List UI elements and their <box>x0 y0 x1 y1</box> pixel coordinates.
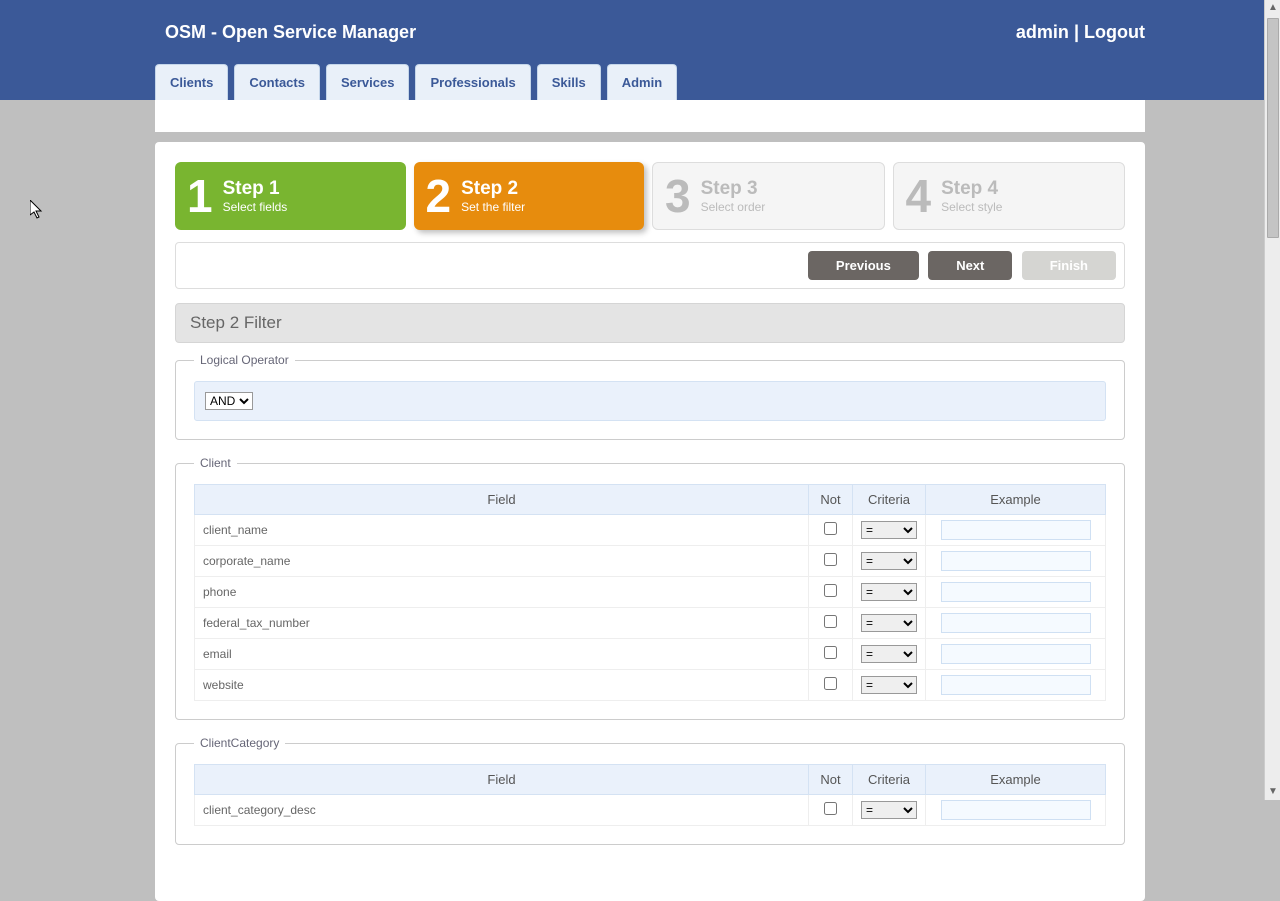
wizard-action-bar: Previous Next Finish <box>175 242 1125 289</box>
user-area: admin | Logout <box>1016 22 1145 43</box>
nav-tab-contacts[interactable]: Contacts <box>234 64 320 100</box>
wizard-step-subtitle: Select fields <box>223 200 288 214</box>
filter-table: Field Not Criteria Example client_name = <box>194 484 1106 701</box>
logical-operator-select[interactable]: AND <box>205 392 253 410</box>
table-row: phone = <box>195 577 1106 608</box>
col-header-field: Field <box>195 485 809 515</box>
wizard-step-num: 3 <box>665 173 691 219</box>
next-button[interactable]: Next <box>928 251 1012 280</box>
not-checkbox[interactable] <box>824 615 837 628</box>
wizard-step-title: Step 2 <box>461 178 525 200</box>
content-strip <box>155 100 1145 132</box>
example-input[interactable] <box>941 520 1091 540</box>
criteria-select[interactable]: = <box>861 583 917 601</box>
wizard-step-4[interactable]: 4 Step 4 Select style <box>893 162 1126 230</box>
filter-group-legend: ClientCategory <box>194 736 285 750</box>
finish-button: Finish <box>1022 251 1116 280</box>
col-header-example: Example <box>926 485 1106 515</box>
wizard-step-num: 2 <box>426 173 452 219</box>
wizard-step-subtitle: Select style <box>941 200 1002 214</box>
nav-tab-services[interactable]: Services <box>326 64 410 100</box>
user-link[interactable]: admin <box>1016 22 1069 42</box>
field-cell: phone <box>195 577 809 608</box>
not-checkbox[interactable] <box>824 584 837 597</box>
wizard-step-3[interactable]: 3 Step 3 Select order <box>652 162 885 230</box>
field-cell: client_name <box>195 515 809 546</box>
wizard-step-title: Step 4 <box>941 178 1002 200</box>
wizard-step-title: Step 1 <box>223 178 288 200</box>
criteria-select[interactable]: = <box>861 801 917 819</box>
example-input[interactable] <box>941 551 1091 571</box>
wizard-step-num: 4 <box>906 173 932 219</box>
wizard-step-2[interactable]: 2 Step 2 Set the filter <box>414 162 645 230</box>
filter-group-clientcategory: ClientCategory Field Not Criteria Exampl… <box>175 736 1125 845</box>
filter-group-client: Client Field Not Criteria Example client… <box>175 456 1125 720</box>
previous-button[interactable]: Previous <box>808 251 919 280</box>
nav-tab-professionals[interactable]: Professionals <box>415 64 530 100</box>
example-input[interactable] <box>941 800 1091 820</box>
col-header-criteria: Criteria <box>853 765 926 795</box>
table-row: corporate_name = <box>195 546 1106 577</box>
logical-operator-legend: Logical Operator <box>194 353 295 367</box>
step-title: Step 2 Filter <box>175 303 1125 343</box>
col-header-field: Field <box>195 765 809 795</box>
field-cell: website <box>195 670 809 701</box>
nav-tabs: Clients Contacts Services Professionals … <box>155 64 677 100</box>
field-cell: client_category_desc <box>195 795 809 826</box>
wizard-step-subtitle: Set the filter <box>461 200 525 214</box>
col-header-not: Not <box>809 765 853 795</box>
col-header-not: Not <box>809 485 853 515</box>
table-row: client_category_desc = <box>195 795 1106 826</box>
not-checkbox[interactable] <box>824 802 837 815</box>
wizard-step-title: Step 3 <box>701 178 766 200</box>
table-row: client_name = <box>195 515 1106 546</box>
not-checkbox[interactable] <box>824 677 837 690</box>
filter-group-legend: Client <box>194 456 237 470</box>
criteria-select[interactable]: = <box>861 552 917 570</box>
cursor-icon <box>30 200 46 225</box>
wizard-step-num: 1 <box>187 173 213 219</box>
col-header-example: Example <box>926 765 1106 795</box>
scroll-up-icon[interactable]: ▲ <box>1265 0 1280 16</box>
criteria-select[interactable]: = <box>861 521 917 539</box>
logical-operator-fieldset: Logical Operator AND <box>175 353 1125 440</box>
example-input[interactable] <box>941 644 1091 664</box>
field-cell: email <box>195 639 809 670</box>
col-header-criteria: Criteria <box>853 485 926 515</box>
vertical-scrollbar[interactable]: ▲ ▼ <box>1264 0 1280 800</box>
field-cell: corporate_name <box>195 546 809 577</box>
header-bar: OSM - Open Service Manager admin | Logou… <box>0 0 1264 100</box>
nav-tab-admin[interactable]: Admin <box>607 64 677 100</box>
not-checkbox[interactable] <box>824 522 837 535</box>
criteria-select[interactable]: = <box>861 645 917 663</box>
wizard-step-1[interactable]: 1 Step 1 Select fields <box>175 162 406 230</box>
table-row: email = <box>195 639 1106 670</box>
criteria-select[interactable]: = <box>861 614 917 632</box>
nav-tab-skills[interactable]: Skills <box>537 64 601 100</box>
filter-table: Field Not Criteria Example client_catego… <box>194 764 1106 826</box>
user-separator: | <box>1074 22 1079 42</box>
scrollbar-thumb[interactable] <box>1267 18 1279 238</box>
nav-tab-clients[interactable]: Clients <box>155 64 228 100</box>
app-title: OSM - Open Service Manager <box>165 22 416 43</box>
example-input[interactable] <box>941 582 1091 602</box>
not-checkbox[interactable] <box>824 646 837 659</box>
main-panel: 1 Step 1 Select fields 2 Step 2 Set the … <box>155 142 1145 901</box>
wizard-step-subtitle: Select order <box>701 200 766 214</box>
not-checkbox[interactable] <box>824 553 837 566</box>
table-row: website = <box>195 670 1106 701</box>
scroll-down-icon[interactable]: ▼ <box>1265 784 1280 800</box>
criteria-select[interactable]: = <box>861 676 917 694</box>
table-row: federal_tax_number = <box>195 608 1106 639</box>
example-input[interactable] <box>941 675 1091 695</box>
wizard-steps: 1 Step 1 Select fields 2 Step 2 Set the … <box>175 162 1125 230</box>
field-cell: federal_tax_number <box>195 608 809 639</box>
logout-link[interactable]: Logout <box>1084 22 1145 42</box>
example-input[interactable] <box>941 613 1091 633</box>
